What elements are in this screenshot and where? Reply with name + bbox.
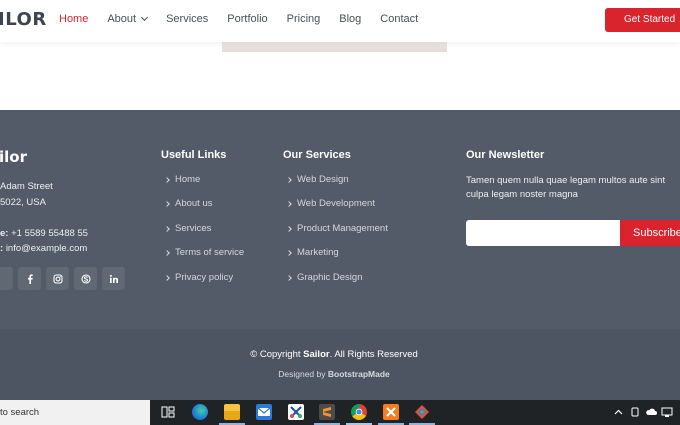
nav-blog[interactable]: Blog [339, 13, 361, 25]
nav-pricing[interactable]: Pricing [287, 13, 321, 25]
nav-home-label: Home [59, 13, 89, 25]
phone-value: +1 5589 55488 55 [11, 228, 88, 239]
nav-services[interactable]: Services [166, 13, 208, 25]
git-app-icon[interactable] [414, 404, 430, 420]
service-link-label: Marketing [297, 247, 339, 258]
task-view-icon[interactable] [161, 404, 175, 420]
footer-link-terms[interactable]: Terms of service [164, 247, 245, 258]
copyright-text: © Copyright Sailor. All Rights Reserved [0, 349, 668, 360]
chevron-right-icon [164, 249, 170, 256]
footer-link-label: About us [175, 198, 213, 209]
instagram-icon[interactable] [46, 267, 69, 290]
main-nav: Home About Services Portfolio Pricing Bl… [59, 13, 437, 25]
footer-link-label: Services [175, 223, 212, 234]
device-icon[interactable] [630, 405, 640, 421]
site-header: ILOR Home About Services Portfolio Prici… [0, 0, 680, 42]
service-link-label: Web Development [297, 198, 375, 209]
nav-blog-label: Blog [339, 13, 362, 25]
sublime-text-icon[interactable] [319, 404, 335, 420]
footer-link-label: Privacy policy [175, 272, 234, 283]
designed-brand-link[interactable]: BootstrapMade [328, 369, 390, 379]
service-link-label: Graphic Design [297, 272, 363, 283]
hero-image-edge [222, 42, 447, 52]
chevron-right-icon [286, 176, 292, 183]
chevron-right-icon [286, 249, 292, 256]
social-links [0, 267, 130, 290]
footer-bottom [0, 329, 680, 400]
footer-brand: ilor [0, 148, 27, 166]
chevron-right-icon [286, 225, 292, 232]
nav-services-label: Services [166, 13, 209, 25]
address-line2: 5022, USA [0, 197, 46, 208]
cloud-icon[interactable] [645, 405, 657, 421]
footer-link-privacy[interactable]: Privacy policy [164, 272, 234, 283]
useful-links-title: Useful Links [161, 149, 227, 161]
footer-link-about[interactable]: About us [164, 198, 213, 209]
designed-prefix: Designed by [278, 369, 326, 379]
nav-contact-label: Contact [380, 13, 419, 25]
service-link-label: Web Design [297, 174, 349, 185]
page: ILOR Home About Services Portfolio Prici… [0, 0, 680, 425]
newsletter-text: Tamen quem nulla quae legam multos aute … [466, 175, 666, 200]
nav-about-label: About [107, 13, 137, 25]
network-icon[interactable] [661, 405, 675, 421]
nav-portfolio[interactable]: Portfolio [227, 13, 267, 25]
chevron-down-icon [141, 13, 149, 22]
chevron-right-icon [164, 176, 170, 183]
edge-browser-icon[interactable] [192, 404, 208, 420]
get-started-button[interactable]: Get Started [605, 8, 680, 32]
site-logo[interactable]: ILOR [0, 9, 47, 30]
chevron-right-icon [164, 274, 170, 281]
copyright-brand: Sailor [303, 349, 330, 360]
nav-portfolio-label: Portfolio [227, 13, 268, 25]
footer-link-services[interactable]: Services [164, 223, 212, 234]
file-explorer-icon[interactable] [224, 404, 240, 420]
chevron-right-icon [286, 200, 292, 207]
chrome-icon[interactable] [351, 404, 367, 420]
service-link-web-development[interactable]: Web Development [286, 198, 375, 209]
email-row: : info@example.com [0, 243, 87, 254]
designed-by-text: Designed by BootstrapMade [0, 369, 668, 379]
chevron-up-icon[interactable] [614, 405, 623, 421]
chevron-right-icon [164, 200, 170, 207]
footer-link-label: Home [175, 174, 201, 185]
nav-home[interactable]: Home [59, 13, 88, 25]
address-line1: Adam Street [0, 181, 53, 192]
facebook-icon[interactable] [18, 267, 41, 290]
nav-pricing-label: Pricing [286, 13, 321, 25]
service-link-marketing[interactable]: Marketing [286, 247, 339, 258]
service-link-label: Product Management [297, 223, 388, 234]
footer-link-home[interactable]: Home [164, 174, 201, 185]
phone-row: e: +1 5589 55488 55 [0, 228, 88, 239]
copyright-prefix: © Copyright [250, 349, 301, 360]
email-value: info@example.com [5, 243, 88, 254]
subscribe-button[interactable]: Subscribe [620, 220, 680, 246]
newsletter-title: Our Newsletter [466, 149, 545, 161]
email-label: : [0, 243, 4, 254]
skype-icon[interactable] [74, 267, 97, 290]
xampp-icon[interactable] [383, 404, 399, 420]
nav-contact[interactable]: Contact [380, 13, 418, 25]
service-link-product-management[interactable]: Product Management [286, 223, 388, 234]
windows-taskbar: to search [0, 400, 680, 425]
service-link-web-design[interactable]: Web Design [286, 174, 349, 185]
our-services-title: Our Services [283, 149, 351, 161]
nav-about[interactable]: About [107, 13, 149, 25]
social-partial-button[interactable] [0, 267, 13, 290]
snipping-tool-icon[interactable] [288, 404, 304, 420]
taskbar-search-box[interactable]: to search [0, 400, 150, 425]
chevron-right-icon [286, 274, 292, 281]
chevron-right-icon [164, 225, 170, 232]
newsletter-email-input[interactable] [466, 220, 620, 246]
linkedin-icon[interactable] [102, 267, 125, 290]
service-link-graphic-design[interactable]: Graphic Design [286, 272, 363, 283]
mail-icon[interactable] [256, 404, 272, 420]
phone-label: e: [0, 228, 9, 239]
footer-link-label: Terms of service [175, 247, 245, 258]
copyright-suffix: . All Rights Reserved [329, 349, 418, 360]
